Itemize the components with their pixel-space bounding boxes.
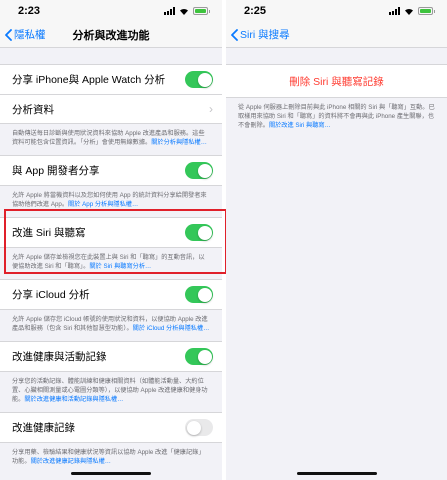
improve-siri-dictation-link[interactable]: 關於改進 Siri 與聽寫…: [269, 122, 331, 129]
icloud-analytics-footer: 允許 Apple 儲存您 iCloud 帳號的使用狀況和資料，以便協助 Appl…: [12, 316, 210, 332]
battery-icon: [417, 7, 435, 15]
status-bar: 2:23: [0, 0, 222, 22]
wifi-icon: [404, 8, 413, 15]
analytics-data-label: 分析資料: [12, 103, 54, 116]
delete-siri-dictation-history-button[interactable]: 刪除 Siri 與聽寫記錄: [226, 65, 447, 97]
chevron-left-icon: [5, 28, 12, 41]
share-iphone-watch-analytics-row: 分享 iPhone與 Apple Watch 分析: [0, 65, 222, 94]
health-records-privacy-link[interactable]: 關於改進健康記錄與隱私權…: [31, 458, 111, 465]
improve-health-activity-toggle[interactable]: [185, 348, 213, 365]
home-indicator[interactable]: [71, 472, 151, 475]
status-time: 2:25: [244, 5, 267, 17]
share-icloud-analytics-toggle[interactable]: [185, 286, 213, 303]
chevron-left-icon: [231, 28, 238, 41]
status-bar: 2:25: [226, 0, 447, 22]
improve-health-records-label: 改進健康記錄: [12, 422, 75, 434]
navigation-bar: Siri 與搜尋: [226, 22, 447, 48]
wifi-icon: [179, 8, 188, 15]
chevron-right-icon: ›: [209, 102, 213, 116]
share-with-app-developers-toggle[interactable]: [185, 162, 213, 179]
cellular-signal-icon: [163, 7, 175, 15]
cellular-signal-icon: [388, 7, 400, 15]
app-analytics-privacy-link[interactable]: 關於 App 分析與隱私權…: [68, 201, 138, 208]
battery-icon: [192, 7, 210, 15]
improve-health-activity-label: 改進健康與活動記錄: [12, 351, 107, 363]
back-button[interactable]: 隱私權: [0, 27, 46, 42]
back-label: 隱私權: [14, 29, 46, 41]
delete-history-footer: 從 Apple 伺服器上刪除目前與此 iPhone 相關的 Siri 與「聽寫」…: [238, 104, 435, 129]
share-iphone-watch-analytics-label: 分享 iPhone與 Apple Watch 分析: [12, 74, 166, 86]
share-with-app-developers-label: 與 App 開發者分享: [12, 165, 100, 177]
health-activity-privacy-link[interactable]: 關於改進健康和活動記錄與隱私權…: [24, 396, 123, 403]
analytics-footer: 自動傳送每日診斷與使用狀況資料來協助 Apple 改進產品和服務。這些資料可能包…: [12, 130, 207, 146]
share-with-app-developers-row: 與 App 開發者分享: [0, 156, 222, 185]
status-time: 2:23: [18, 5, 41, 17]
icloud-analytics-privacy-link[interactable]: 關於 iCloud 分析與隱私權…: [133, 325, 210, 332]
share-icloud-analytics-label: 分享 iCloud 分析: [12, 289, 90, 301]
improve-health-records-toggle[interactable]: [185, 419, 213, 436]
improve-health-records-row: 改進健康記錄: [0, 413, 222, 442]
home-indicator[interactable]: [296, 472, 377, 475]
health-records-footer: 分享用藥、檢驗結果和健康狀況等資訊以協助 Apple 改進「健康記錄」功能。關於…: [12, 449, 205, 465]
navigation-bar: 隱私權 分析與改進功能: [0, 22, 222, 48]
improve-health-footer: 分享您的活動記錄、體能訓練和健康相關資料（如體能活動量、大約位置、心臟相關測量或…: [12, 378, 208, 403]
analytics-privacy-link[interactable]: 關於分析與隱私權…: [151, 139, 207, 146]
red-highlight-box: [4, 209, 227, 274]
analytics-data-row[interactable]: 分析資料 ›: [0, 94, 222, 123]
back-button[interactable]: Siri 與搜尋: [226, 27, 290, 42]
share-icloud-analytics-row: 分享 iCloud 分析: [0, 280, 222, 309]
siri-search-screen: 2:25 Siri 與搜尋 刪除 Siri 與聽寫記錄 從 Apple 伺服器上…: [226, 0, 447, 480]
share-iphone-watch-analytics-toggle[interactable]: [185, 71, 213, 88]
back-label: Siri 與搜尋: [240, 29, 290, 41]
improve-health-activity-row: 改進健康與活動記錄: [0, 342, 222, 371]
